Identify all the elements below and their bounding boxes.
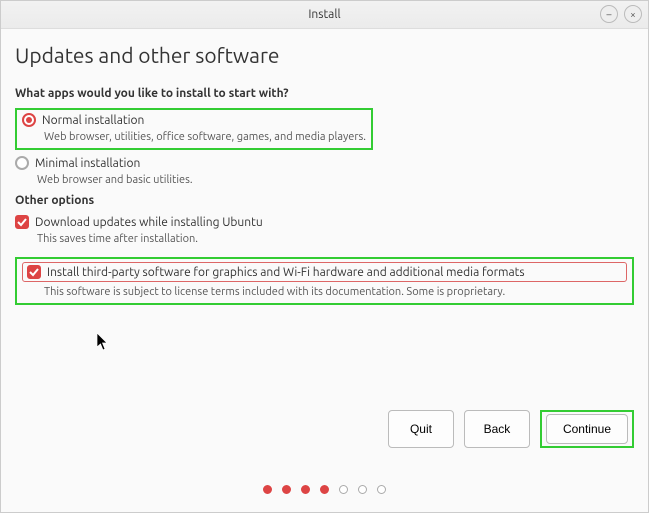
thirdparty-checkbox[interactable]: [27, 265, 41, 279]
progress-dot: [339, 485, 348, 494]
check-icon: [17, 217, 27, 227]
quit-button[interactable]: Quit: [388, 410, 454, 448]
footer-buttons: Quit Back Continue: [388, 410, 634, 448]
back-button[interactable]: Back: [464, 410, 530, 448]
progress-dot: [282, 485, 291, 494]
normal-install-label: Normal installation: [42, 114, 144, 127]
minimal-install-desc: Web browser and basic utilities.: [37, 174, 634, 186]
thirdparty-label: Install third-party software for graphic…: [47, 266, 525, 279]
window-title: Install: [308, 8, 340, 21]
continue-highlight: Continue: [540, 410, 634, 448]
normal-install-desc: Web browser, utilities, office software,…: [44, 131, 366, 143]
minimal-install-option[interactable]: Minimal installation: [15, 156, 634, 170]
install-window: Install – × Updates and other software W…: [0, 0, 649, 513]
cursor-icon: [97, 333, 111, 354]
download-updates-option[interactable]: Download updates while installing Ubuntu: [15, 215, 634, 229]
continue-button[interactable]: Continue: [546, 414, 628, 444]
download-updates-checkbox[interactable]: [15, 215, 29, 229]
progress-dot: [263, 485, 272, 494]
minimize-button[interactable]: –: [600, 5, 618, 23]
progress-dot: [377, 485, 386, 494]
thirdparty-highlight: Install third-party software for graphic…: [15, 257, 634, 305]
normal-install-radio[interactable]: [22, 113, 36, 127]
thirdparty-option[interactable]: Install third-party software for graphic…: [22, 262, 627, 282]
minimal-install-label: Minimal installation: [35, 157, 140, 170]
page-title: Updates and other software: [15, 43, 634, 67]
thirdparty-desc: This software is subject to license term…: [44, 286, 627, 298]
progress-dots: [1, 485, 648, 494]
window-controls: – ×: [600, 5, 642, 23]
progress-dot: [301, 485, 310, 494]
close-button[interactable]: ×: [624, 5, 642, 23]
check-icon: [29, 267, 39, 277]
other-options-heading: Other options: [15, 194, 634, 207]
download-updates-desc: This saves time after installation.: [37, 233, 634, 245]
apps-question: What apps would you like to install to s…: [15, 87, 634, 100]
normal-install-option[interactable]: Normal installation: [22, 113, 366, 127]
content-area: Updates and other software What apps wou…: [1, 29, 648, 305]
progress-dot: [320, 485, 329, 494]
progress-dot: [358, 485, 367, 494]
download-updates-label: Download updates while installing Ubuntu: [35, 216, 263, 229]
normal-install-highlight: Normal installation Web browser, utiliti…: [15, 108, 373, 150]
titlebar: Install – ×: [1, 1, 648, 29]
minimal-install-radio[interactable]: [15, 156, 29, 170]
